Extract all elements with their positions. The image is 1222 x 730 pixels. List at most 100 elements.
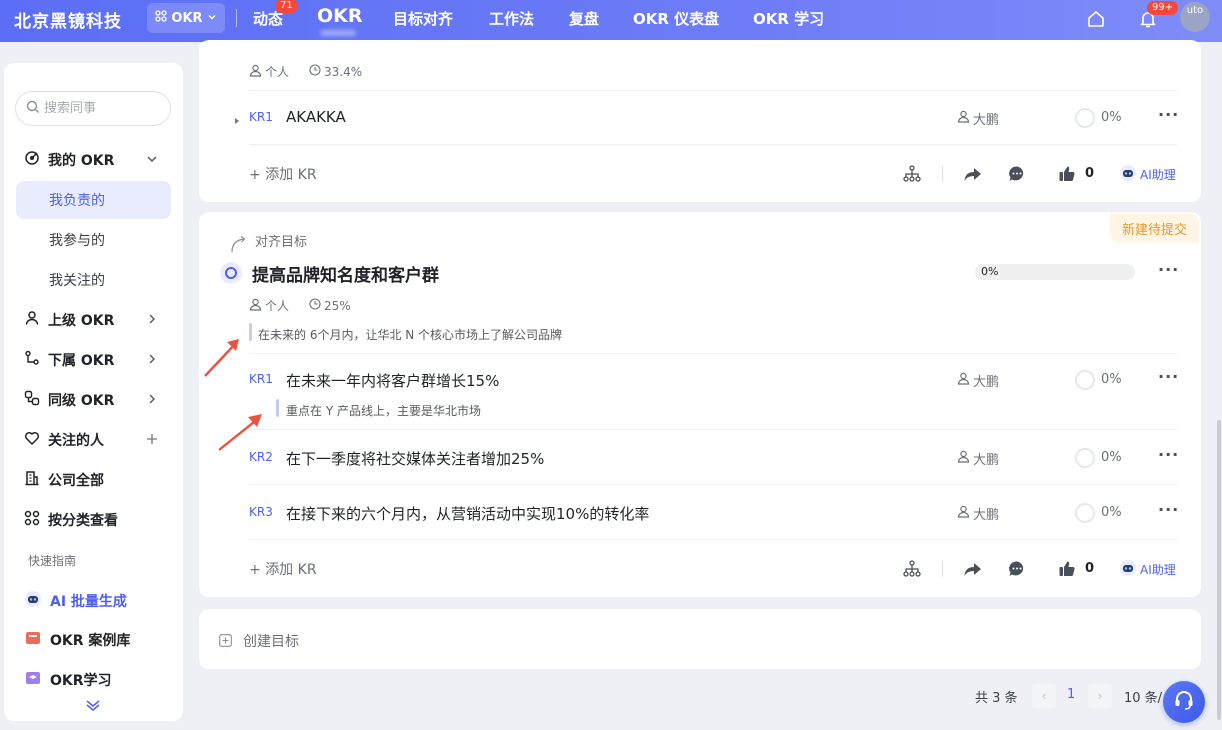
more-menu-button[interactable]: ···: [1158, 260, 1179, 279]
search-input[interactable]: [44, 101, 164, 116]
nav-okr[interactable]: OKR: [317, 5, 363, 27]
support-chat-button[interactable]: [1163, 681, 1205, 723]
scrollbar[interactable]: [1217, 420, 1221, 720]
add-kr-button[interactable]: + 添加 KR: [249, 164, 317, 184]
prev-page-button[interactable]: ‹: [1032, 684, 1056, 708]
thumbs-up-icon[interactable]: [1058, 165, 1078, 185]
person-icon: [249, 298, 262, 314]
add-kr-label: 添加 KR: [265, 167, 317, 183]
expand-more-icon[interactable]: [85, 698, 101, 716]
chevron-down-icon: [207, 11, 217, 26]
ai-assistant-label: AI助理: [1140, 563, 1176, 577]
kr-tag: KR1: [249, 110, 273, 124]
chevron-down-icon: [145, 152, 159, 170]
target-icon: [24, 150, 40, 170]
kr-title[interactable]: 在下一季度将社交媒体关注者增加25%: [286, 448, 544, 469]
nav-dashboard[interactable]: OKR 仪表盘: [633, 8, 719, 29]
sidebar-item-label: 按分类查看: [48, 513, 118, 529]
more-menu-button[interactable]: ···: [1158, 105, 1179, 124]
search-box[interactable]: [15, 91, 171, 126]
sidebar-item-subordinate-okr[interactable]: 下属 OKR: [16, 341, 171, 379]
clock-icon: [309, 64, 321, 79]
sidebar-item-superior-okr[interactable]: 上级 OKR: [16, 301, 171, 339]
tree-icon[interactable]: [903, 560, 923, 580]
more-menu-button[interactable]: ···: [1158, 500, 1179, 519]
thumbs-up-icon[interactable]: [1058, 560, 1078, 580]
more-menu-button[interactable]: ···: [1158, 445, 1179, 464]
ai-assistant-button[interactable]: AI助理: [1119, 164, 1176, 185]
share-icon[interactable]: [963, 165, 983, 185]
search-icon: [26, 100, 40, 118]
kr-progress: 0%: [1101, 450, 1122, 465]
user-avatar[interactable]: uto: [1180, 2, 1210, 32]
page-size-select[interactable]: 10 条/: [1124, 687, 1162, 706]
sidebar-item-company-all[interactable]: 公司全部: [16, 461, 171, 499]
create-objective-label[interactable]: 创建目标: [243, 631, 299, 651]
tool-divider: [942, 561, 943, 577]
nav-review[interactable]: 复盘: [569, 8, 599, 29]
share-icon[interactable]: [963, 560, 983, 580]
kr-title[interactable]: AKAKKA: [286, 108, 346, 126]
company-name: 北京黑镜科技: [14, 12, 122, 32]
align-arrow-icon: [229, 234, 249, 258]
nav-method[interactable]: 工作法: [489, 8, 534, 29]
comment-icon[interactable]: [1008, 560, 1028, 580]
ai-assistant-label: AI助理: [1140, 168, 1176, 182]
chevron-right-icon: [145, 312, 159, 330]
quick-guide-title: 快速指南: [28, 554, 77, 568]
pagination-total: 共 3 条: [975, 691, 1018, 706]
caret-right-icon[interactable]: [233, 113, 241, 129]
plus-icon[interactable]: [145, 432, 159, 450]
objective-status-icon: [220, 262, 242, 284]
nav-learning[interactable]: OKR 学习: [753, 8, 824, 29]
graduation-icon: [24, 669, 42, 691]
home-icon[interactable]: [1086, 9, 1106, 29]
divider: [249, 144, 1177, 145]
sidebar-item-by-category[interactable]: 按分类查看: [16, 501, 171, 539]
feed-badge: 71: [275, 0, 298, 13]
divider: [249, 484, 1177, 485]
sidebar-item-peer-okr[interactable]: 同级 OKR: [16, 381, 171, 419]
person-icon: [957, 450, 970, 467]
nav-alignment[interactable]: 目标对齐: [393, 8, 453, 29]
sidebar-item-okr-learning[interactable]: OKR学习: [16, 661, 171, 699]
add-kr-button[interactable]: + 添加 KR: [249, 559, 317, 579]
objective-meta: 个人 33.4%: [249, 63, 362, 80]
objective-progress-label: 0%: [981, 265, 999, 278]
kr-owner[interactable]: 大鹏: [957, 371, 999, 390]
sidebar-item-ai-batch[interactable]: AI 批量生成: [16, 582, 171, 620]
sidebar-sub-participating[interactable]: 我参与的: [16, 221, 171, 259]
plus-icon: +: [249, 562, 261, 578]
kr-owner[interactable]: 大鹏: [957, 109, 999, 128]
more-menu-button[interactable]: ···: [1158, 367, 1179, 386]
robot-icon: [1119, 164, 1137, 185]
objective-title[interactable]: 提高品牌知名度和客户群: [252, 261, 439, 286]
kr-title[interactable]: 在接下来的六个月内，从营销活动中实现10%的转化率: [286, 503, 649, 524]
owner-name: 大鹏: [973, 375, 1000, 390]
sidebar-sub-responsible[interactable]: 我负责的: [16, 181, 171, 219]
page-number[interactable]: 1: [1067, 687, 1075, 702]
sidebar-sub-following[interactable]: 我关注的: [16, 261, 171, 299]
description-bar: [249, 323, 252, 341]
sidebar-item-followed-people[interactable]: 关注的人: [16, 421, 171, 459]
kr-owner[interactable]: 大鹏: [957, 504, 999, 523]
ai-assistant-button[interactable]: AI助理: [1119, 559, 1176, 580]
kr-title[interactable]: 在未来一年内将客户群增长15%: [286, 370, 499, 391]
okr-switcher[interactable]: OKR: [147, 3, 225, 33]
robot-icon: [24, 590, 42, 612]
comment-icon[interactable]: [1008, 165, 1028, 185]
grid-icon: [155, 10, 168, 26]
sidebar: 我的 OKR 我负责的 我参与的 我关注的 上级 OKR 下属 OKR 同级 O…: [4, 63, 183, 721]
kr-owner[interactable]: 大鹏: [957, 449, 999, 468]
person-icon: [957, 110, 970, 127]
sidebar-item-my-okr[interactable]: 我的 OKR: [16, 141, 171, 179]
align-objective-link[interactable]: 对齐目标: [255, 231, 307, 250]
tree-icon[interactable]: [903, 165, 923, 185]
owner-type: 个人: [265, 65, 290, 79]
next-page-button[interactable]: ›: [1088, 684, 1112, 708]
sidebar-item-case-library[interactable]: OKR 案例库: [16, 621, 171, 659]
tool-divider: [942, 166, 943, 182]
divider: [249, 429, 1177, 430]
owner-name: 大鹏: [973, 113, 1000, 128]
create-objective-card[interactable]: [199, 609, 1201, 669]
